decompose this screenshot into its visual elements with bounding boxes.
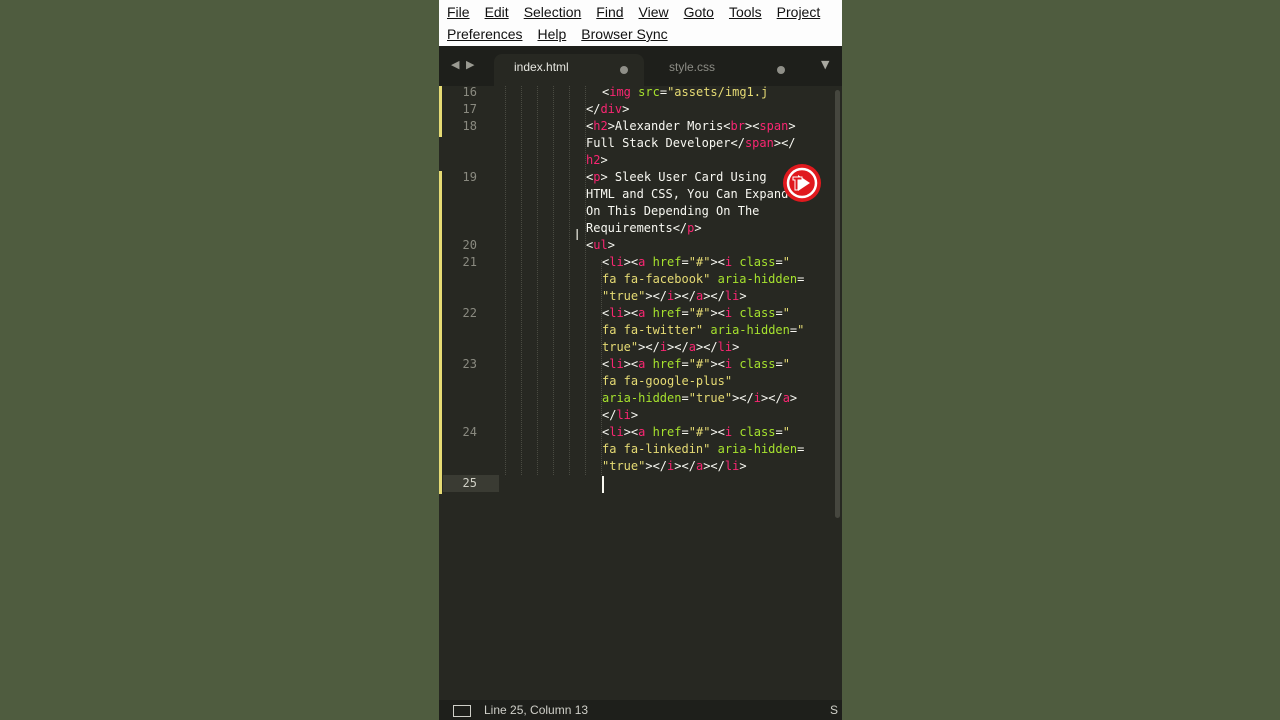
modified-line-marker <box>439 86 442 137</box>
play-logo-icon <box>783 164 821 202</box>
scrollbar[interactable] <box>835 90 840 518</box>
line-number: 21 <box>462 255 477 269</box>
line-number-current: 25 <box>462 476 477 490</box>
play-logo-icon <box>786 167 818 199</box>
indent-guide <box>553 86 554 475</box>
menu-project[interactable]: Project <box>777 3 821 21</box>
menu-edit[interactable]: Edit <box>485 3 509 21</box>
code-line-23: <li><a href="#"><i class=" fa fa-google-… <box>602 357 798 422</box>
line-number: 20 <box>462 238 477 252</box>
menu-preferences[interactable]: Preferences <box>447 25 522 43</box>
menu-help[interactable]: Help <box>537 25 566 43</box>
chevron-left-icon[interactable]: ◀ <box>451 58 459 71</box>
i-beam-cursor-icon: I <box>575 226 580 244</box>
code-line-18: <h2>Alexander Moris<br><span> Full Stack… <box>586 119 796 167</box>
code-line-21: <li><a href="#"><i class=" fa fa-faceboo… <box>602 255 805 303</box>
modified-line-marker <box>439 171 442 494</box>
syntax-indicator[interactable]: S <box>830 703 838 717</box>
menu-browser-sync[interactable]: Browser Sync <box>581 25 667 43</box>
indent-guide <box>537 86 538 475</box>
line-number: 23 <box>462 357 477 371</box>
line-number: 19 <box>462 170 477 184</box>
tab-label: index.html <box>514 60 569 74</box>
code-line-17: </div> <box>586 102 630 116</box>
modified-dot-icon[interactable] <box>620 66 628 74</box>
line-number: 16 <box>462 85 477 99</box>
indent-guide <box>521 86 522 475</box>
code-line-24: <li><a href="#"><i class=" fa fa-linkedi… <box>602 425 805 473</box>
chevron-right-icon[interactable]: ▶ <box>466 58 474 71</box>
menu-view[interactable]: View <box>639 3 669 21</box>
menu-goto[interactable]: Goto <box>684 3 714 21</box>
code-line-22: <li><a href="#"><i class=" fa fa-twitter… <box>602 306 805 354</box>
line-number: 17 <box>462 102 477 116</box>
menu-row-1: File Edit Selection Find View Goto Tools… <box>447 3 835 21</box>
tab-index-html[interactable]: index.html <box>494 54 644 86</box>
modified-dot-icon[interactable] <box>777 66 785 74</box>
menu-selection[interactable]: Selection <box>524 3 582 21</box>
menu-tools[interactable]: Tools <box>729 3 762 21</box>
code-line-20: <ul> <box>586 238 615 252</box>
line-number: 18 <box>462 119 477 133</box>
tab-label: style.css <box>669 60 716 74</box>
menu-row-2: Preferences Help Browser Sync <box>447 25 683 43</box>
menu-bar: File Edit Selection Find View Goto Tools… <box>439 0 842 46</box>
sublime-text-window: File Edit Selection Find View Goto Tools… <box>439 0 842 720</box>
menu-file[interactable]: File <box>447 3 470 21</box>
cursor-position: Line 25, Column 13 <box>484 703 589 717</box>
code-line-16: <img src="assets/img1.j <box>602 85 769 99</box>
line-number: 22 <box>462 306 477 320</box>
status-bar: Line 25, Column 13 S <box>439 700 842 720</box>
line-number: 24 <box>462 425 477 439</box>
indent-guide <box>569 86 570 475</box>
text-caret <box>602 476 604 493</box>
code-line-19: <p> Sleek User Card Using HTML and CSS, … <box>586 170 789 235</box>
indent-guide <box>505 86 506 475</box>
menu-find[interactable]: Find <box>596 3 623 21</box>
chevron-down-icon[interactable]: ▼ <box>821 58 829 71</box>
tab-bar: ◀ ▶ index.html style.css ▼ <box>439 46 842 86</box>
code-editor[interactable]: 16 17 18 19 20 21 22 23 24 25 <img src="… <box>439 85 842 700</box>
panel-toggle-icon[interactable] <box>453 705 471 717</box>
tab-style-css[interactable]: style.css <box>649 54 797 86</box>
